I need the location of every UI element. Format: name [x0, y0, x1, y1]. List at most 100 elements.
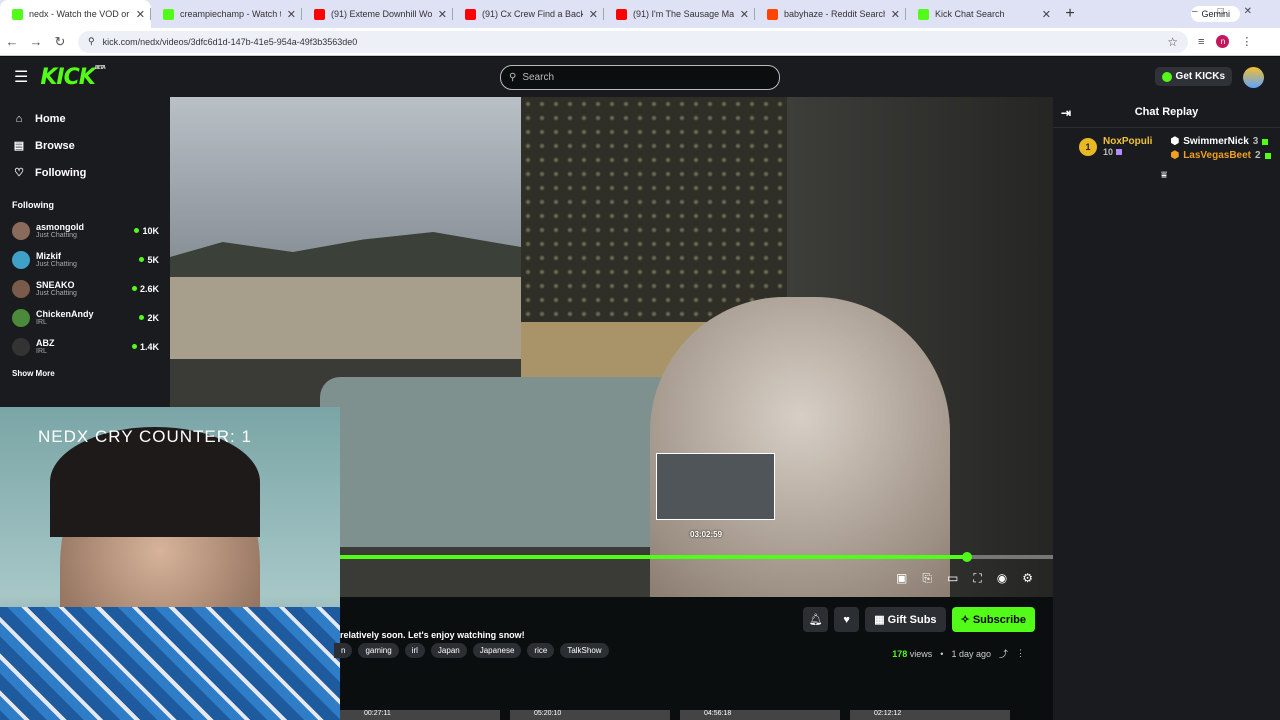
miniplayer-icon[interactable]: ▣	[896, 571, 907, 586]
browser-tab[interactable]: (91) Exteme Downhill Wood ✕	[302, 0, 453, 28]
follow-heart-icon[interactable]: ♥	[834, 607, 860, 632]
close-tab-icon[interactable]: ✕	[136, 8, 145, 21]
chat-panel: ⇥ Chat Replay 1 NoxPopuli 10 ⬢ SwimmerNic…	[1053, 97, 1280, 720]
browse-icon: ▤	[13, 140, 25, 152]
show-more-link[interactable]: Show More	[12, 369, 170, 378]
tag-chip[interactable]: gaming	[358, 643, 399, 658]
kick-logo[interactable]: KICKBETA	[40, 65, 106, 90]
progress-bar[interactable]	[340, 552, 1053, 562]
site-header: ☰ KICKBETA ⚲ Search Get KICKs	[0, 57, 1280, 97]
tag-chip[interactable]: irl	[404, 643, 425, 658]
window-controls[interactable]: –□✕	[1192, 6, 1272, 17]
followed-channel[interactable]: SNEAKO Just Chatting 2.6K	[0, 274, 170, 303]
close-tab-icon[interactable]: ✕	[438, 8, 447, 21]
leader-count: 2	[1255, 150, 1261, 161]
tag-chip[interactable]: n	[334, 643, 353, 658]
playback-speed-icon[interactable]: ◉	[997, 571, 1007, 586]
close-tab-icon[interactable]: ✕	[740, 8, 749, 21]
browser-tab[interactable]: creampiechamp - Watch the ✕	[151, 0, 302, 28]
views-count: 178	[892, 648, 908, 659]
followed-channel[interactable]: asmongold Just Chatting 10K	[0, 216, 170, 245]
tag-chip[interactable]: TalkShow	[560, 643, 609, 658]
leader-row[interactable]: ⬢ SwimmerNick 3	[1170, 136, 1270, 147]
notification-bell-icon[interactable]: 🔔︎	[803, 607, 829, 632]
sidebar-item-home[interactable]: ⌂ Home	[0, 105, 170, 132]
channel-actions: 🔔︎ ♥ ▦ Gift Subs ✧ Subscribe	[803, 607, 1035, 632]
bookmark-star-icon[interactable]: ☆	[1167, 35, 1178, 49]
url-text: kick.com/nedx/videos/3dfc6d1d-147b-41e5-…	[102, 36, 358, 47]
clip-strip: 00:27:11 05:20:10 04:56:18 02:12:12	[340, 710, 1010, 720]
user-avatar[interactable]	[1243, 67, 1264, 88]
media-control-icon[interactable]: ≡	[1198, 36, 1204, 48]
channel-category: Just Chatting	[36, 261, 77, 268]
following-icon: ♡	[14, 167, 24, 179]
live-dot-icon	[139, 257, 145, 262]
clip-thumbnail[interactable]: 04:56:18	[680, 710, 840, 720]
clip-icon[interactable]: ⎘	[922, 571, 932, 586]
forward-icon[interactable]: →	[24, 34, 48, 49]
gift-icon	[1264, 152, 1271, 159]
browser-tab[interactable]: babyhaze - Reddit Search! ✕	[755, 0, 906, 28]
channel-name: Mizkif	[36, 251, 62, 261]
tab-favicon-icon	[767, 8, 778, 20]
tag-chip[interactable]: Japanese	[472, 643, 522, 658]
reload-icon[interactable]: ↻	[48, 34, 72, 50]
close-tab-icon[interactable]: ✕	[589, 8, 598, 21]
browser-tab[interactable]: nedx - Watch the VOD or ✕	[0, 0, 151, 28]
home-icon: ⌂	[15, 112, 23, 125]
settings-gear-icon[interactable]: ⚙	[1022, 571, 1033, 586]
gift-leaderboard: 1 NoxPopuli 10 ⬢ SwimmerNick 3 ⬢ LasVegasBee…	[1053, 128, 1280, 164]
sidebar-item-browse[interactable]: ▤ Browse	[0, 132, 170, 159]
fullscreen-icon[interactable]: ⛶	[973, 571, 981, 586]
theater-mode-icon[interactable]: ▭	[947, 571, 958, 586]
tag-list: n gaming irl Japan Japanese rice TalkShow	[334, 643, 609, 658]
hamburger-menu-icon[interactable]: ☰	[14, 67, 28, 87]
new-tab-button[interactable]: +	[1057, 5, 1083, 23]
leader-count: 10	[1103, 147, 1114, 157]
tag-chip[interactable]: Japan	[430, 643, 467, 658]
tag-chip[interactable]: rice	[527, 643, 555, 658]
tab-favicon-icon	[918, 8, 929, 20]
more-options-icon[interactable]: ⋮	[1016, 648, 1025, 659]
subscribe-button[interactable]: ✧ Subscribe	[951, 607, 1035, 632]
browser-tab[interactable]: (91) I'm The Sausage Man (1 ✕	[604, 0, 755, 28]
leader-name[interactable]: NoxPopuli	[1103, 136, 1152, 147]
url-field[interactable]: ⚲ kick.com/nedx/videos/3dfc6d1d-147b-41e…	[78, 30, 1188, 53]
collapse-chat-icon[interactable]: ⇥	[1061, 106, 1071, 120]
get-kicks-button[interactable]: Get KICKs	[1154, 67, 1232, 86]
get-kicks-label: Get KICKs	[1175, 71, 1225, 82]
tab-title: nedx - Watch the VOD or	[29, 9, 130, 19]
gift-subs-button[interactable]: ▦ Gift Subs	[865, 607, 946, 632]
close-tab-icon[interactable]: ✕	[1042, 8, 1051, 21]
video-meta: 178 views • 1 day ago ⤴ ⋮	[892, 647, 1025, 660]
channel-name: ChickenAndy	[36, 309, 94, 319]
seek-preview-time: 03:02:59	[690, 530, 723, 539]
pinned-toggle-icon[interactable]: ⩸	[1161, 170, 1167, 181]
tab-favicon-icon	[465, 8, 476, 20]
leader-count: 3	[1252, 136, 1259, 147]
clip-thumbnail[interactable]: 05:20:10	[510, 710, 670, 720]
close-tab-icon[interactable]: ✕	[891, 8, 900, 21]
leader-row[interactable]: ⬢ LasVegasBeet 2	[1170, 150, 1271, 161]
site-info-icon[interactable]: ⚲	[88, 36, 95, 47]
viewer-count: 2K	[147, 312, 159, 323]
tab-favicon-icon	[616, 8, 627, 20]
leader-name: SwimmerNick	[1183, 136, 1249, 147]
tab-favicon-icon	[12, 8, 23, 20]
followed-channel[interactable]: ABZ IRL 1.4K	[0, 332, 170, 361]
back-icon[interactable]: ←	[0, 34, 24, 49]
browser-tab[interactable]: Kick Chat Search ✕	[906, 0, 1057, 28]
share-icon[interactable]: ⤴	[999, 647, 1008, 660]
clip-thumbnail[interactable]: 00:27:11	[340, 710, 500, 720]
browser-menu-icon[interactable]: ⋮	[1241, 35, 1252, 48]
search-input[interactable]: ⚲ Search	[500, 65, 780, 90]
tab-favicon-icon	[314, 8, 325, 20]
followed-channel[interactable]: Mizkif Just Chatting 5K	[0, 245, 170, 274]
sidebar-item-label: Browse	[35, 139, 75, 152]
clip-thumbnail[interactable]: 02:12:12	[850, 710, 1010, 720]
close-tab-icon[interactable]: ✕	[287, 8, 296, 21]
followed-channel[interactable]: ChickenAndy IRL 2K	[0, 303, 170, 332]
sidebar-item-following[interactable]: ♡ Following	[0, 159, 170, 186]
profile-avatar[interactable]: n	[1216, 35, 1230, 48]
browser-tab[interactable]: (91) Cx Crew Find a Back Up ✕	[453, 0, 604, 28]
